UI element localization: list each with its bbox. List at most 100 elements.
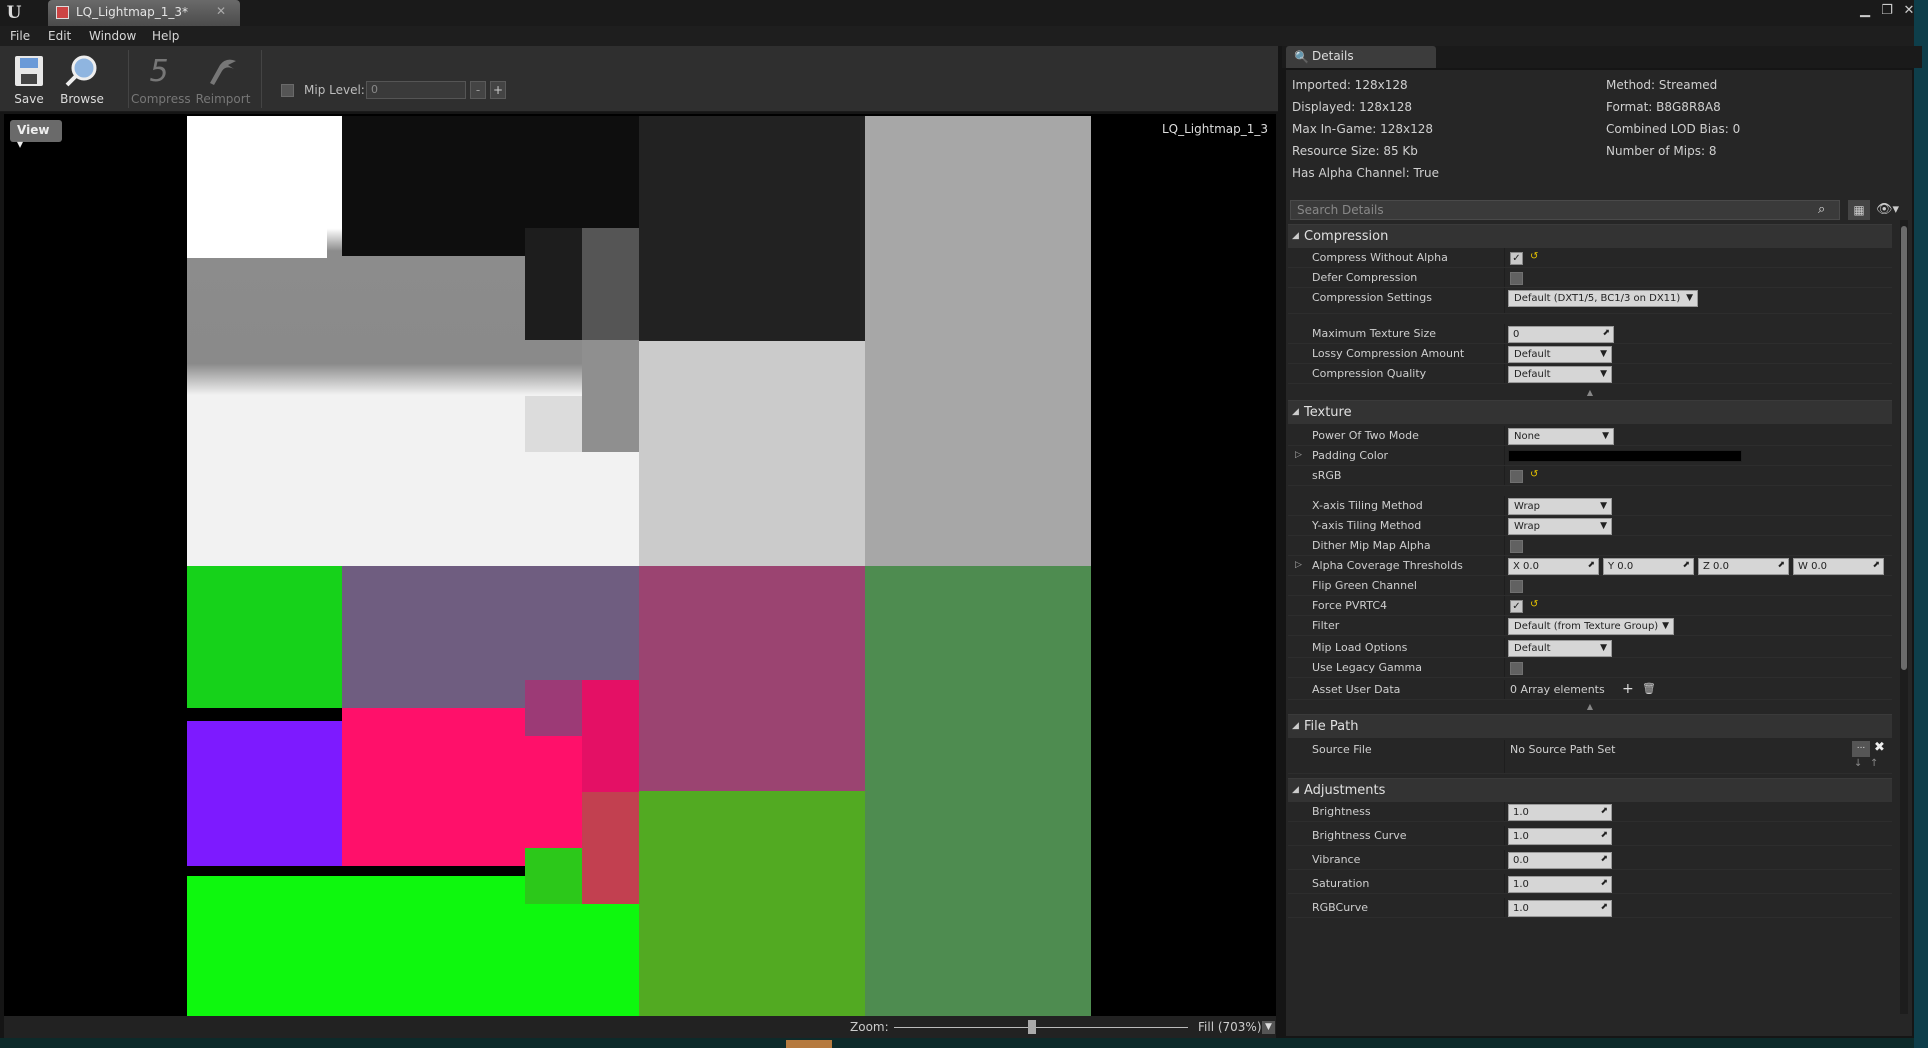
prop-mip-load: Mip Load Options Default ▼ <box>1288 638 1892 658</box>
info-resource-size: Resource Size: 85 Kb <box>1292 144 1418 158</box>
expand-arrow-icon[interactable]: ▷ <box>1295 450 1302 460</box>
axis-value: 0.0 <box>1523 561 1539 572</box>
alpha-w-input[interactable]: W 0.0 ⬈ <box>1793 558 1884 575</box>
mip-increase-button[interactable]: + <box>490 81 506 99</box>
spin-arrow-icon: ⬈ <box>1872 560 1880 570</box>
view-menu-button[interactable]: View ▾ <box>10 120 62 151</box>
y-tiling-dropdown[interactable]: Wrap ▼ <box>1508 518 1612 535</box>
brightness-input[interactable]: 1.0 ⬈ <box>1508 804 1612 821</box>
zoom-bar: Zoom: Fill (703%) ▼ <box>4 1016 1276 1038</box>
filter-dropdown[interactable]: Default (from Texture Group) ▼ <box>1508 618 1674 635</box>
texture-viewport[interactable]: View ▾ LQ_Lightmap_1_3 <box>4 114 1276 1016</box>
flip-green-checkbox[interactable] <box>1510 580 1523 593</box>
category-file-path[interactable]: ◢ File Path <box>1288 714 1892 738</box>
browse-button[interactable]: Browse <box>54 50 110 108</box>
reset-arrow-icon[interactable]: ↺ <box>1530 469 1538 480</box>
zoom-slider-handle[interactable] <box>1028 1020 1037 1034</box>
prop-alpha-coverage: ▷ Alpha Coverage Thresholds X 0.0 ⬈ Y 0.0 ⬈… <box>1288 556 1892 576</box>
maximize-button[interactable]: ❐ <box>1876 2 1898 20</box>
prop-compression-quality: Compression Quality Default ▼ <box>1288 364 1892 384</box>
prop-x-tiling: X-axis Tiling Method Wrap ▼ <box>1288 496 1892 516</box>
alpha-z-input[interactable]: Z 0.0 ⬈ <box>1698 558 1789 575</box>
grid-view-button[interactable]: ▦ <box>1848 200 1870 220</box>
force-pvrtc4-checkbox[interactable]: ✓ <box>1510 600 1523 613</box>
info-max-ingame: Max In-Game: 128x128 <box>1292 122 1434 136</box>
category-compression[interactable]: ◢ Compression <box>1288 224 1892 248</box>
collapse-arrow-icon: ◢ <box>1292 407 1299 417</box>
magnifier-icon: 🔍 <box>1294 50 1309 64</box>
minimize-button[interactable]: ▁ <box>1854 2 1876 20</box>
zoom-slider[interactable] <box>894 1027 1188 1028</box>
advanced-collapse-icon[interactable]: ▲ <box>1288 388 1892 398</box>
defer-compression-checkbox[interactable] <box>1510 272 1523 285</box>
category-texture[interactable]: ◢ Texture <box>1288 400 1892 424</box>
info-method: Method: Streamed <box>1606 78 1718 92</box>
taskbar-strip <box>0 1038 1928 1048</box>
mip-level-input[interactable]: 0 <box>366 81 466 99</box>
zoom-dropdown-icon[interactable]: ▼ <box>1262 1021 1275 1034</box>
spin-arrow-icon: ⬈ <box>1600 854 1608 864</box>
prop-label: Dither Mip Map Alpha <box>1312 539 1431 552</box>
menu-file[interactable]: File <box>10 29 30 43</box>
prop-label: Padding Color <box>1312 449 1389 462</box>
compress-button[interactable]: 5 Compress <box>131 50 191 108</box>
close-tab-icon[interactable]: ✕ <box>216 4 226 18</box>
alpha-y-input[interactable]: Y 0.0 ⬈ <box>1603 558 1694 575</box>
x-tiling-dropdown[interactable]: Wrap ▼ <box>1508 498 1612 515</box>
arrow-down-icon[interactable]: ↓ <box>1854 758 1862 769</box>
vibrance-input[interactable]: 0.0 ⬈ <box>1508 852 1612 869</box>
dropdown-value: None <box>1514 431 1541 442</box>
reset-arrow-icon[interactable]: ↺ <box>1530 599 1538 610</box>
texture-asset-icon <box>56 6 69 19</box>
desktop-edge <box>1914 0 1928 1048</box>
chevron-down-icon: ▼ <box>1600 349 1607 359</box>
dropdown-value: Default (from Texture Group) <box>1514 621 1659 632</box>
document-tab[interactable]: LQ_Lightmap_1_3* ✕ <box>48 0 240 26</box>
view-label: View <box>17 123 50 137</box>
zoom-value: Fill (703%) <box>1198 1020 1262 1034</box>
legacy-gamma-checkbox[interactable] <box>1510 662 1523 675</box>
trash-icon[interactable]: 🗑 <box>1642 682 1656 695</box>
prop-brightness: Brightness 1.0 ⬈ <box>1288 802 1892 822</box>
save-button[interactable]: Save <box>1 50 57 108</box>
search-details-input[interactable]: Search Details <box>1290 200 1840 220</box>
mip-load-dropdown[interactable]: Default ▼ <box>1508 640 1612 657</box>
reimport-button[interactable]: Reimport <box>195 50 251 108</box>
expand-arrow-icon[interactable]: ▷ <box>1295 560 1302 570</box>
compress-without-alpha-checkbox[interactable]: ✓ <box>1510 252 1523 265</box>
compress-icon: 5 <box>149 53 169 89</box>
compression-settings-dropdown[interactable]: Default (DXT1/5, BC1/3 on DX11) ▼ <box>1508 290 1698 307</box>
lossy-compression-dropdown[interactable]: Default ▼ <box>1508 346 1612 363</box>
search-icon: ⌕ <box>1818 202 1826 217</box>
brightness-curve-input[interactable]: 1.0 ⬈ <box>1508 828 1612 845</box>
clear-icon[interactable]: ✖ <box>1874 740 1885 755</box>
compression-quality-dropdown[interactable]: Default ▼ <box>1508 366 1612 383</box>
reset-arrow-icon[interactable]: ↺ <box>1530 251 1538 262</box>
tab-details[interactable]: 🔍 Details <box>1286 46 1436 68</box>
max-texture-size-input[interactable]: 0 ⬈ <box>1508 326 1614 343</box>
padding-color-swatch[interactable] <box>1508 450 1742 462</box>
taskbar-item[interactable] <box>786 1040 832 1048</box>
prop-label: Vibrance <box>1312 853 1361 866</box>
saturation-input[interactable]: 1.0 ⬈ <box>1508 876 1612 893</box>
browse-source-button[interactable]: ... <box>1852 741 1870 757</box>
details-scrollbar-thumb[interactable] <box>1901 226 1907 670</box>
dither-mip-checkbox[interactable] <box>1510 540 1523 553</box>
menu-window[interactable]: Window <box>89 29 136 43</box>
add-icon[interactable]: + <box>1622 681 1634 697</box>
rgb-curve-input[interactable]: 1.0 ⬈ <box>1508 900 1612 917</box>
arrow-up-icon[interactable]: ↑ <box>1870 758 1878 769</box>
srgb-checkbox[interactable] <box>1510 470 1523 483</box>
menu-edit[interactable]: Edit <box>48 29 71 43</box>
category-adjustments[interactable]: ◢ Adjustments <box>1288 778 1892 802</box>
mip-decrease-button[interactable]: - <box>470 81 486 99</box>
alpha-x-input[interactable]: X 0.0 ⬈ <box>1508 558 1599 575</box>
power-of-two-dropdown[interactable]: None ▼ <box>1508 428 1614 445</box>
window-controls: ▁ ❐ ✕ <box>1854 2 1920 20</box>
visibility-options-icon[interactable]: 👁▾ <box>1876 200 1906 220</box>
mip-level-checkbox[interactable] <box>281 84 294 97</box>
prop-label: Saturation <box>1312 877 1370 890</box>
dropdown-value: Wrap <box>1514 501 1541 512</box>
menu-help[interactable]: Help <box>152 29 179 43</box>
advanced-collapse-icon[interactable]: ▲ <box>1288 702 1892 712</box>
